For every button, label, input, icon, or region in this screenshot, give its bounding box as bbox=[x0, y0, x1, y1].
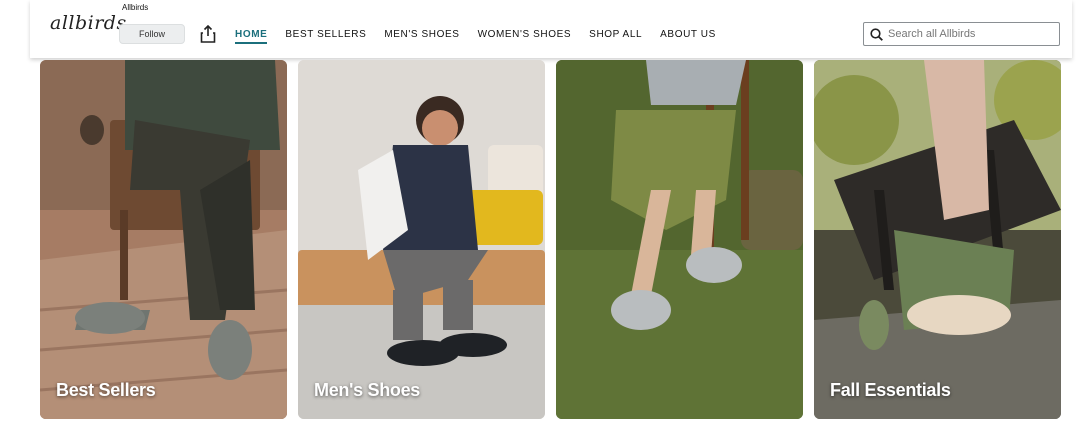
share-icon[interactable] bbox=[200, 25, 216, 43]
tile-womens-shoes[interactable] bbox=[556, 60, 803, 419]
nav-item-shop-all[interactable]: SHOP ALL bbox=[589, 29, 642, 44]
nav-item-about-us[interactable]: ABOUT US bbox=[660, 29, 716, 44]
tile-image-womens-shoes bbox=[556, 60, 803, 419]
brand-logo[interactable]: allbirds bbox=[50, 12, 127, 34]
brand-name[interactable]: Allbirds bbox=[122, 3, 148, 12]
main-nav: HOME BEST SELLERS MEN'S SHOES WOMEN'S SH… bbox=[235, 29, 716, 44]
tile-fall-essentials[interactable]: Fall Essentials bbox=[814, 60, 1061, 419]
store-header: allbirds Allbirds Follow HOME BEST SELLE… bbox=[30, 0, 1072, 58]
nav-item-mens-shoes[interactable]: MEN'S SHOES bbox=[384, 29, 459, 44]
tile-label-best-sellers: Best Sellers bbox=[56, 380, 156, 400]
tile-image-fall-essentials bbox=[814, 60, 1061, 419]
category-tiles: Best Sellers Men's Shoes Fall Essentials bbox=[40, 60, 1061, 419]
follow-button[interactable]: Follow bbox=[119, 24, 185, 44]
tile-best-sellers[interactable]: Best Sellers bbox=[40, 60, 287, 419]
tile-image-mens-shoes bbox=[298, 60, 545, 419]
nav-item-best-sellers[interactable]: BEST SELLERS bbox=[285, 29, 366, 44]
tile-mens-shoes[interactable]: Men's Shoes bbox=[298, 60, 545, 419]
tile-label-mens-shoes: Men's Shoes bbox=[314, 380, 421, 400]
nav-item-womens-shoes[interactable]: WOMEN'S SHOES bbox=[478, 29, 572, 44]
nav-item-home[interactable]: HOME bbox=[235, 29, 268, 44]
search-input[interactable] bbox=[888, 28, 1048, 40]
tile-label-fall-essentials: Fall Essentials bbox=[830, 380, 951, 400]
search-icon bbox=[870, 27, 883, 41]
tile-image-best-sellers bbox=[40, 60, 287, 419]
search-box[interactable] bbox=[863, 22, 1060, 46]
